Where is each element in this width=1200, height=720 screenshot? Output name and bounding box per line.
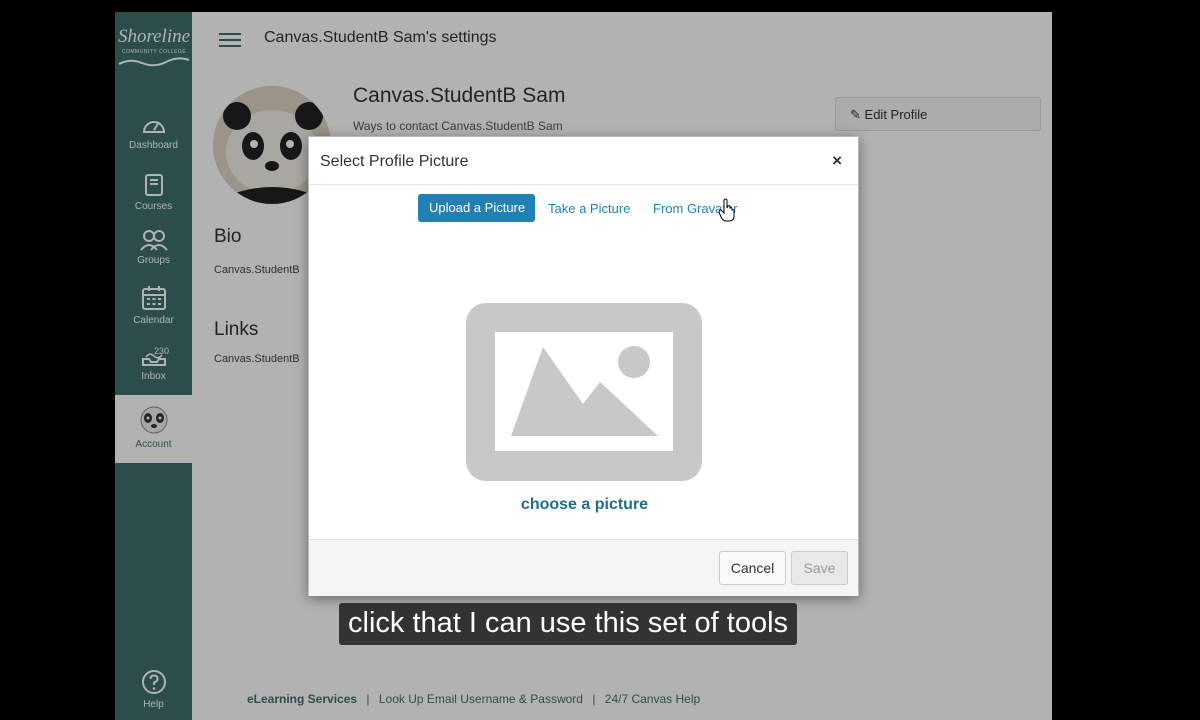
choose-a-picture-link[interactable]: choose a picture	[309, 496, 860, 514]
dialog-title: Select Profile Picture	[320, 153, 469, 170]
save-button[interactable]: Save	[791, 551, 848, 585]
cancel-button[interactable]: Cancel	[719, 551, 786, 585]
video-caption: click that I can use this set of tools	[339, 603, 798, 645]
image-placeholder-icon[interactable]	[466, 303, 702, 481]
dialog-footer: Cancel Save	[309, 539, 858, 596]
select-profile-picture-dialog: Select Profile Picture × Upload a Pictur…	[308, 136, 859, 596]
dialog-header: Select Profile Picture ×	[309, 137, 858, 185]
close-icon[interactable]: ×	[832, 151, 842, 171]
tab-take-a-picture[interactable]: Take a Picture	[548, 194, 630, 222]
hand-pointer-cursor-icon	[718, 198, 735, 222]
tab-upload-a-picture[interactable]: Upload a Picture	[418, 194, 535, 222]
